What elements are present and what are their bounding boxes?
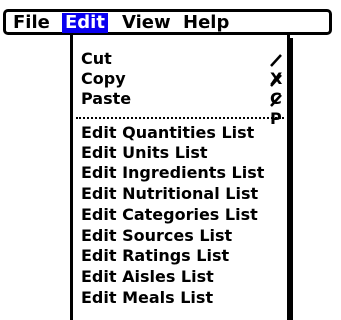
- menu-item-edit-categories-list[interactable]: Edit Categories List: [81, 205, 258, 225]
- menu-separator: [76, 117, 284, 119]
- menu-item-edit-ingredients-list[interactable]: Edit Ingredients List: [81, 163, 264, 183]
- menu-item-copy[interactable]: Copy: [81, 69, 126, 89]
- edit-menu-dropdown: Cut X Copy C Paste P Edit Quantities Lis…: [70, 35, 290, 320]
- menu-item-label: Paste: [81, 89, 132, 108]
- palm-screen: File Edit View Help Cut X Copy C Paste P…: [0, 0, 341, 320]
- command-stroke-icon: [270, 93, 282, 107]
- menu-shadow: [290, 38, 293, 320]
- cut-shortcut: X: [270, 49, 287, 88]
- menu-edit[interactable]: Edit: [62, 13, 108, 33]
- command-stroke-icon: [270, 73, 282, 87]
- menu-item-label: Copy: [81, 69, 126, 88]
- menu-item-edit-aisles-list[interactable]: Edit Aisles List: [81, 267, 214, 287]
- menu-help[interactable]: Help: [180, 13, 232, 33]
- menu-item-edit-quantities-list[interactable]: Edit Quantities List: [81, 123, 254, 143]
- menu-file[interactable]: File: [10, 13, 53, 33]
- menu-item-cut[interactable]: Cut: [81, 49, 112, 69]
- menu-item-edit-sources-list[interactable]: Edit Sources List: [81, 226, 232, 246]
- menu-item-label: Cut: [81, 49, 112, 68]
- copy-shortcut: C: [270, 69, 287, 108]
- command-stroke-icon: [270, 53, 282, 67]
- menu-item-paste[interactable]: Paste: [81, 89, 131, 109]
- menu-item-edit-units-list[interactable]: Edit Units List: [81, 143, 208, 163]
- menu-item-edit-meals-list[interactable]: Edit Meals List: [81, 288, 213, 308]
- menu-view[interactable]: View: [119, 13, 174, 33]
- paste-shortcut: P: [270, 89, 287, 128]
- menu-bar: File Edit View Help: [3, 9, 332, 35]
- menu-item-edit-nutritional-list[interactable]: Edit Nutritional List: [81, 184, 258, 204]
- menu-item-edit-ratings-list[interactable]: Edit Ratings List: [81, 246, 229, 266]
